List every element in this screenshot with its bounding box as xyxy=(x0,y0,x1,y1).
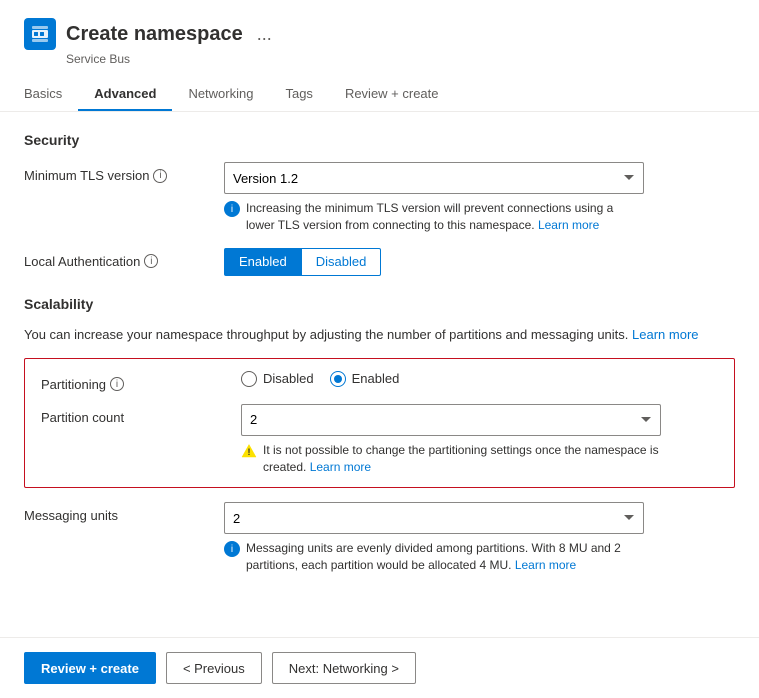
radio-enabled-circle xyxy=(330,371,346,387)
tls-field-row: Minimum TLS version i Version 1.0 Versio… xyxy=(24,162,735,234)
local-auth-field-row: Local Authentication i Enabled Disabled xyxy=(24,248,735,276)
scalability-description: You can increase your namespace throughp… xyxy=(24,326,735,344)
tab-advanced[interactable]: Advanced xyxy=(78,78,172,111)
scalability-learn-more-link[interactable]: Learn more xyxy=(632,327,698,342)
partitioning-control: Disabled Enabled xyxy=(241,371,718,387)
svg-text:!: ! xyxy=(248,447,251,457)
messaging-units-info-message: i Messaging units are evenly divided amo… xyxy=(224,540,644,574)
partitioning-disabled-option[interactable]: Disabled xyxy=(241,371,314,387)
partition-warn-learn-more-link[interactable]: Learn more xyxy=(310,460,371,474)
partition-count-select[interactable]: 1 2 3 4 xyxy=(241,404,661,436)
messaging-info-circle-icon: i xyxy=(224,541,240,557)
messaging-units-label: Messaging units xyxy=(24,502,224,523)
previous-button[interactable]: < Previous xyxy=(166,652,262,684)
more-options-icon[interactable]: ... xyxy=(257,24,272,45)
main-content: Security Minimum TLS version i Version 1… xyxy=(0,112,759,637)
scalability-section-title: Scalability xyxy=(24,296,735,312)
toggle-enabled-btn[interactable]: Enabled xyxy=(224,248,302,276)
partitioning-field-row: Partitioning i Disabled Enabled xyxy=(41,371,718,392)
local-auth-label: Local Authentication i xyxy=(24,248,224,269)
review-create-button[interactable]: Review + create xyxy=(24,652,156,684)
page-title: Create namespace xyxy=(66,23,243,46)
messaging-units-field-row: Messaging units 1 2 4 8 i Messaging unit… xyxy=(24,502,735,574)
messaging-units-info-text: Messaging units are evenly divided among… xyxy=(246,540,644,574)
partition-count-control: 1 2 3 4 ! It is not possible to change xyxy=(241,404,718,476)
tls-control: Version 1.0 Version 1.1 Version 1.2 i In… xyxy=(224,162,735,234)
scalability-section: Scalability You can increase your namesp… xyxy=(24,296,735,574)
tls-learn-more-link[interactable]: Learn more xyxy=(538,218,599,232)
partitioning-box: Partitioning i Disabled Enabled xyxy=(24,358,735,489)
service-bus-icon xyxy=(24,18,56,50)
local-auth-toggle: Enabled Disabled xyxy=(224,248,735,276)
tab-networking[interactable]: Networking xyxy=(172,78,269,111)
messaging-learn-more-link[interactable]: Learn more xyxy=(515,558,576,572)
partitioning-info-icon[interactable]: i xyxy=(110,377,124,391)
partition-count-field-row: Partition count 1 2 3 4 ! xyxy=(41,404,718,476)
tls-info-icon[interactable]: i xyxy=(153,169,167,183)
tls-label: Minimum TLS version i xyxy=(24,162,224,183)
local-auth-info-icon[interactable]: i xyxy=(144,254,158,268)
tab-bar: Basics Advanced Networking Tags Review +… xyxy=(24,78,735,111)
security-section-title: Security xyxy=(24,132,735,148)
info-circle-icon: i xyxy=(224,201,240,217)
tab-basics[interactable]: Basics xyxy=(24,78,78,111)
partitioning-enabled-option[interactable]: Enabled xyxy=(330,371,400,387)
page-footer: Review + create < Previous Next: Network… xyxy=(0,637,759,698)
tab-review-create[interactable]: Review + create xyxy=(329,78,455,111)
messaging-units-select[interactable]: 1 2 4 8 xyxy=(224,502,644,534)
page-header: Create namespace ... Service Bus Basics … xyxy=(0,0,759,112)
partition-count-label: Partition count xyxy=(41,404,241,425)
toggle-disabled-btn[interactable]: Disabled xyxy=(302,248,382,276)
partitioning-label: Partitioning i xyxy=(41,371,241,392)
radio-disabled-circle xyxy=(241,371,257,387)
tls-version-select[interactable]: Version 1.0 Version 1.1 Version 1.2 xyxy=(224,162,644,194)
tls-info-message: i Increasing the minimum TLS version wil… xyxy=(224,200,644,234)
tls-info-text: Increasing the minimum TLS version will … xyxy=(246,200,644,234)
local-auth-control: Enabled Disabled xyxy=(224,248,735,276)
partition-warning-message: ! It is not possible to change the parti… xyxy=(241,442,661,476)
messaging-units-control: 1 2 4 8 i Messaging units are evenly div… xyxy=(224,502,735,574)
next-button[interactable]: Next: Networking > xyxy=(272,652,416,684)
tab-tags[interactable]: Tags xyxy=(269,78,328,111)
partitioning-radio-group: Disabled Enabled xyxy=(241,371,718,387)
page-subtitle: Service Bus xyxy=(66,52,735,66)
warning-triangle-icon: ! xyxy=(241,443,257,459)
partition-warning-text: It is not possible to change the partiti… xyxy=(263,442,661,476)
